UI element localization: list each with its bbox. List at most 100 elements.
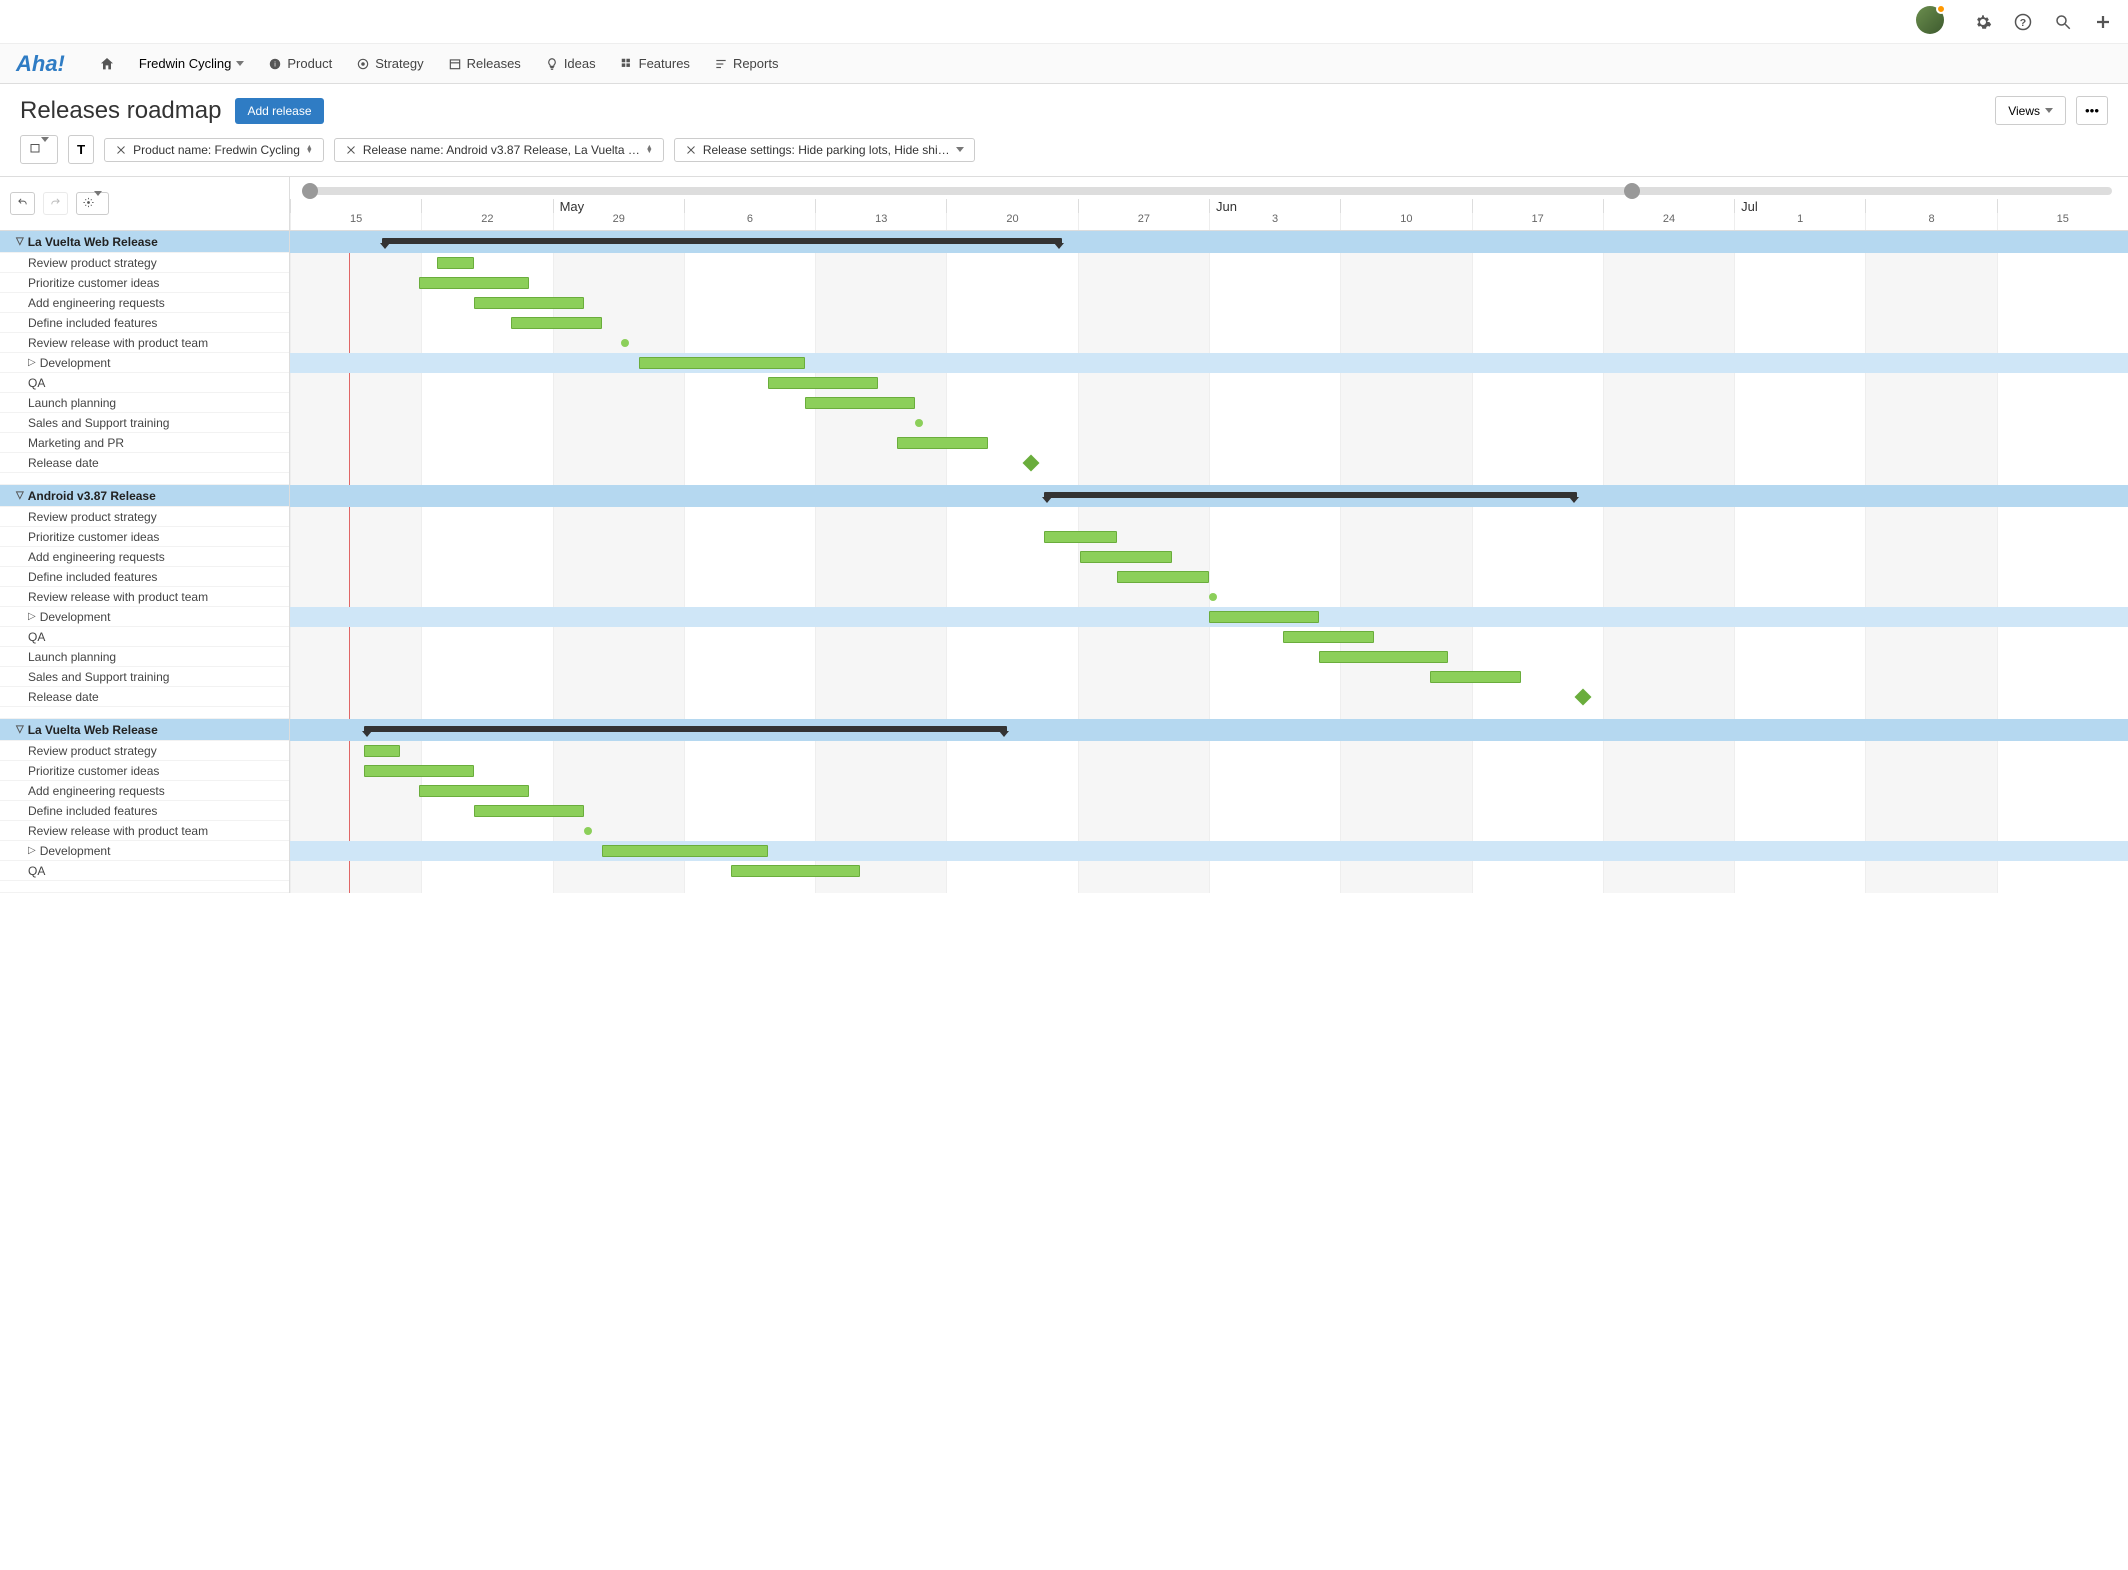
date-filter-button[interactable] <box>20 135 58 164</box>
chart-row <box>290 781 2128 801</box>
nav-releases[interactable]: Releases <box>448 56 521 71</box>
task-row[interactable]: Review release with product team <box>0 821 289 841</box>
task-row[interactable]: Release date <box>0 687 289 707</box>
milestone-dot[interactable] <box>621 339 629 347</box>
task-row[interactable]: Launch planning <box>0 647 289 667</box>
help-icon[interactable]: ? <box>2014 13 2032 31</box>
zoom-slider[interactable] <box>306 187 2112 195</box>
task-bar[interactable] <box>511 317 603 329</box>
task-row[interactable]: Review release with product team <box>0 333 289 353</box>
task-bar[interactable] <box>805 397 915 409</box>
task-bar[interactable] <box>1044 531 1118 543</box>
slider-thumb-right[interactable] <box>1624 183 1640 199</box>
task-row[interactable]: Release date <box>0 453 289 473</box>
nav-features[interactable]: Features <box>620 56 690 71</box>
task-bar[interactable] <box>419 785 529 797</box>
task-row[interactable]: Add engineering requests <box>0 547 289 567</box>
row-label: Android v3.87 Release <box>28 489 156 503</box>
milestone-dot[interactable] <box>915 419 923 427</box>
month-label: Jul <box>1734 199 1865 213</box>
undo-button[interactable] <box>10 192 35 215</box>
task-row[interactable]: ▷Development <box>0 607 289 627</box>
task-row[interactable]: Review product strategy <box>0 507 289 527</box>
nav-strategy[interactable]: Strategy <box>356 56 423 71</box>
task-row[interactable]: QA <box>0 861 289 881</box>
release-header-row[interactable]: ▽Android v3.87 Release <box>0 485 289 507</box>
task-bar[interactable] <box>364 745 401 757</box>
slider-thumb-left[interactable] <box>302 183 318 199</box>
nav-product[interactable]: iProduct <box>268 56 332 71</box>
task-row[interactable]: ▷Development <box>0 353 289 373</box>
task-row[interactable]: Review release with product team <box>0 587 289 607</box>
task-bar[interactable] <box>1080 551 1172 563</box>
row-label: Launch planning <box>28 650 116 664</box>
nav-reports[interactable]: Reports <box>714 56 779 71</box>
month-label <box>815 199 946 213</box>
nav-ideas[interactable]: Ideas <box>545 56 596 71</box>
release-header-row[interactable]: ▽La Vuelta Web Release <box>0 719 289 741</box>
task-row[interactable]: Review product strategy <box>0 253 289 273</box>
task-bar[interactable] <box>437 257 474 269</box>
task-bar[interactable] <box>419 277 529 289</box>
views-button[interactable]: Views <box>1995 96 2066 125</box>
task-row[interactable]: Sales and Support training <box>0 667 289 687</box>
redo-button[interactable] <box>43 192 68 215</box>
task-row[interactable]: Prioritize customer ideas <box>0 761 289 781</box>
task-bar[interactable] <box>731 865 860 877</box>
filter-release[interactable]: Release name: Android v3.87 Release, La … <box>334 138 664 162</box>
settings-button[interactable] <box>76 192 109 215</box>
more-button[interactable]: ••• <box>2076 96 2108 125</box>
task-row[interactable]: Add engineering requests <box>0 293 289 313</box>
task-row[interactable]: QA <box>0 373 289 393</box>
task-bar[interactable] <box>897 437 989 449</box>
avatar[interactable] <box>1916 6 1944 37</box>
task-row[interactable]: QA <box>0 627 289 647</box>
caret-down-icon <box>2045 108 2053 113</box>
task-bar[interactable] <box>602 845 767 857</box>
task-bar[interactable] <box>768 377 878 389</box>
task-bar[interactable] <box>1209 611 1319 623</box>
milestone-dot[interactable] <box>584 827 592 835</box>
task-row[interactable]: Sales and Support training <box>0 413 289 433</box>
add-release-button[interactable]: Add release <box>235 98 323 124</box>
summary-bar[interactable] <box>382 238 1062 244</box>
task-row[interactable]: Launch planning <box>0 393 289 413</box>
task-row[interactable]: Define included features <box>0 313 289 333</box>
task-bar[interactable] <box>639 357 804 369</box>
release-header-row[interactable]: ▽La Vuelta Web Release <box>0 231 289 253</box>
task-row[interactable]: Add engineering requests <box>0 781 289 801</box>
close-icon[interactable] <box>345 144 357 156</box>
milestone-dot[interactable] <box>1209 593 1217 601</box>
task-bar[interactable] <box>364 765 474 777</box>
task-row[interactable]: ▷Development <box>0 841 289 861</box>
task-bar[interactable] <box>1117 571 1209 583</box>
row-label: Development <box>40 356 111 370</box>
close-icon[interactable] <box>115 144 127 156</box>
task-bar[interactable] <box>1283 631 1375 643</box>
product-selector[interactable]: Fredwin Cycling <box>139 56 244 71</box>
task-row[interactable]: Define included features <box>0 801 289 821</box>
close-icon[interactable] <box>685 144 697 156</box>
task-bar[interactable] <box>474 805 584 817</box>
filter-product[interactable]: Product name: Fredwin Cycling ▲▼ <box>104 138 324 162</box>
task-bar[interactable] <box>1319 651 1448 663</box>
task-row[interactable]: Marketing and PR <box>0 433 289 453</box>
summary-bar[interactable] <box>364 726 1007 732</box>
row-label: QA <box>28 630 45 644</box>
search-icon[interactable] <box>2054 13 2072 31</box>
task-row[interactable]: Define included features <box>0 567 289 587</box>
task-bar[interactable] <box>1430 671 1522 683</box>
milestone-diamond[interactable] <box>1574 689 1591 706</box>
text-filter-button[interactable]: T <box>68 135 94 164</box>
task-row[interactable]: Prioritize customer ideas <box>0 273 289 293</box>
milestone-diamond[interactable] <box>1023 455 1040 472</box>
home-icon[interactable] <box>99 56 115 72</box>
task-row[interactable]: Review product strategy <box>0 741 289 761</box>
summary-bar[interactable] <box>1044 492 1577 498</box>
filter-settings[interactable]: Release settings: Hide parking lots, Hid… <box>674 138 975 162</box>
month-label <box>1340 199 1471 213</box>
plus-icon[interactable] <box>2094 13 2112 31</box>
task-row[interactable]: Prioritize customer ideas <box>0 527 289 547</box>
gear-icon[interactable] <box>1974 13 1992 31</box>
task-bar[interactable] <box>474 297 584 309</box>
